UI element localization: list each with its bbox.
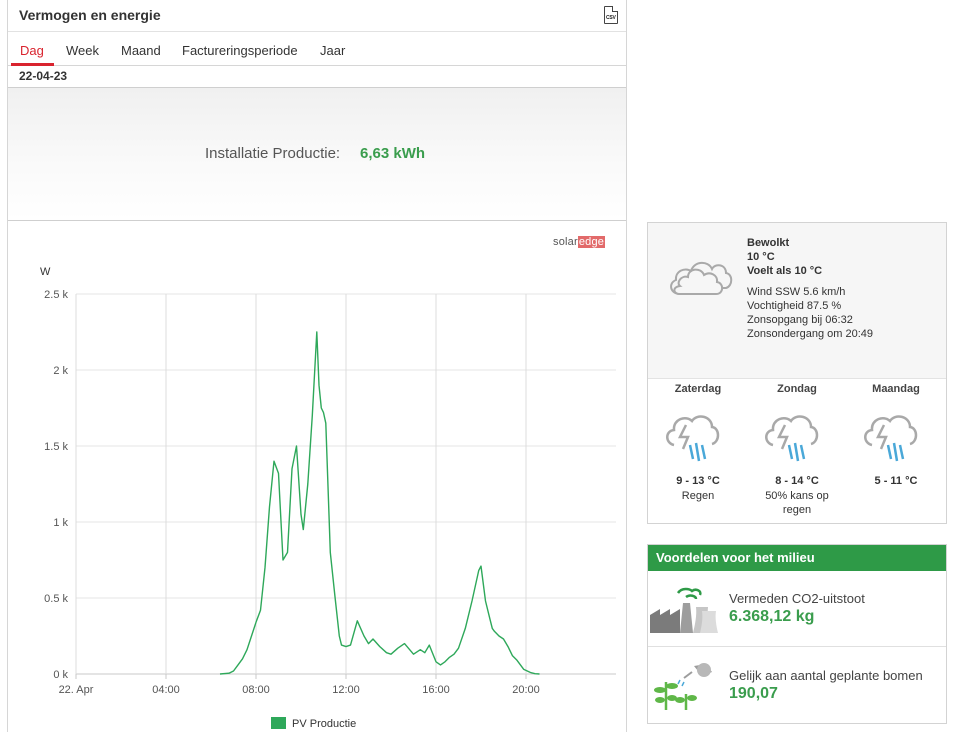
legend-label: PV Productie (292, 718, 356, 730)
x-tick-label: 04:00 (152, 684, 180, 696)
x-tick-label: 08:00 (242, 684, 270, 696)
thunder-rain-icon (765, 415, 819, 462)
weather-sunrise: Zonsopgang bij 06:32 (747, 314, 853, 326)
weather-panel: Bewolkt 10 °C Voelt als 10 °C Wind SSW 5… (647, 222, 947, 524)
factory-icon (650, 587, 718, 633)
x-tick-label: 22. Apr (59, 684, 94, 696)
trees-row: Gelijk aan aantal geplante bomen 190,07 (648, 648, 946, 724)
thunder-rain-icon (666, 415, 720, 462)
weather-temperature: 10 °C (747, 251, 775, 263)
series-line-pv-productie (219, 331, 540, 675)
summary-label: Installatie Productie: (205, 145, 341, 162)
solaredge-logo: solaredge (553, 236, 606, 248)
y-tick-label: 0.5 k (44, 593, 68, 605)
production-summary: Installatie Productie: 6,63 kWh (8, 88, 626, 221)
power-chart: W 0 k 0.5 k 1 k 1.5 k 2 k 2.5 k 22. Apr 04:00 08:… (40, 266, 616, 730)
brand-solar: solar (553, 236, 578, 248)
forecast-day: Zondag (777, 383, 817, 395)
tab-dag[interactable]: Dag (20, 43, 44, 58)
tab-jaar[interactable]: Jaar (320, 43, 345, 58)
csv-icon-label: CSV (606, 15, 616, 21)
x-tick-label: 20:00 (512, 684, 540, 696)
environment-title: Voordelen voor het milieu (648, 545, 946, 571)
co2-label: Vermeden CO2-uitstoot (729, 591, 865, 606)
date-label: 22-04-23 (19, 69, 68, 83)
tab-maand[interactable]: Maand (121, 43, 161, 58)
planting-trees-icon (654, 663, 712, 710)
weather-condition: Bewolkt (747, 237, 790, 249)
forecast-temperature: 5 - 11 °C (874, 475, 918, 487)
summary-value: 6,63 kWh (360, 145, 426, 162)
weather-feels-like: Voelt als 10 °C (747, 265, 823, 277)
forecast-temperature: 8 - 14 °C (775, 475, 819, 487)
csv-export-icon[interactable]: CSV (604, 6, 618, 24)
active-tab-indicator (11, 63, 54, 66)
tab-week[interactable]: Week (66, 43, 99, 58)
weather-sunset: Zonsondergang om 20:49 (747, 328, 873, 340)
forecast-temperature: 9 - 13 °C (676, 475, 720, 487)
co2-row: Vermeden CO2-uitstoot 6.368,12 kg (648, 571, 946, 647)
x-tick-label: 12:00 (332, 684, 360, 696)
y-tick-label: 2 k (53, 365, 68, 377)
weather-humidity: Vochtigheid 87.5 % (747, 300, 842, 312)
y-axis-label: W (40, 266, 51, 278)
forecast-description: 50% kans op regen (765, 490, 829, 516)
trees-value: 190,07 (729, 685, 778, 702)
y-tick-label: 1 k (53, 517, 68, 529)
co2-value: 6.368,12 kg (729, 608, 815, 625)
tab-factureringsperiode[interactable]: Factureringsperiode (182, 43, 298, 58)
forecast-day: Zaterdag (674, 383, 722, 395)
environment-panel: Voordelen voor het milieu Vermeden CO2-u… (647, 544, 947, 724)
forecast-description: Regen (681, 490, 715, 502)
panel-title: Vermogen en energie (19, 7, 161, 23)
legend-swatch (271, 717, 286, 729)
y-tick-label: 1.5 k (44, 441, 68, 453)
brand-edge: edge (577, 236, 606, 248)
y-tick-label: 2.5 k (44, 289, 68, 301)
thunder-rain-icon (864, 415, 918, 462)
trees-label: Gelijk aan aantal geplante bomen (729, 668, 923, 683)
x-tick-label: 16:00 (422, 684, 450, 696)
period-tabs: Dag Week Maand Factureringsperiode Jaar (8, 32, 626, 66)
y-tick-label: 0 k (53, 669, 68, 681)
panel-header: Vermogen en energie CSV (8, 0, 626, 32)
power-energy-panel: Vermogen en energie CSV Dag Week Maand F… (7, 0, 627, 732)
cloudy-icon (670, 261, 733, 295)
weather-current: Bewolkt 10 °C Voelt als 10 °C Wind SSW 5… (648, 223, 946, 379)
weather-wind: Wind SSW 5.6 km/h (747, 286, 846, 298)
forecast-day: Maandag (872, 383, 920, 395)
